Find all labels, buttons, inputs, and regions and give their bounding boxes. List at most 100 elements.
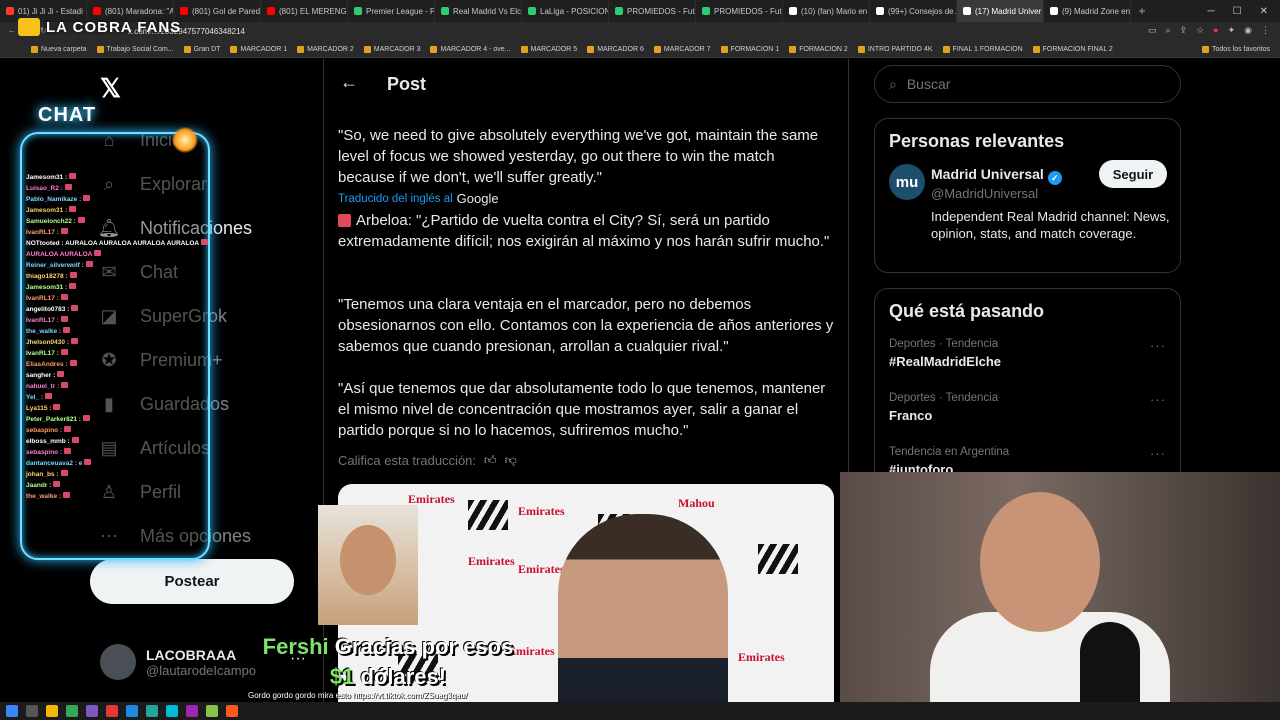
- chat-message: Jhelson0430 :: [26, 337, 206, 348]
- bookmark-label: MARCADOR 5: [530, 46, 578, 53]
- zoom-icon[interactable]: ⌕: [1165, 25, 1170, 36]
- browser-tab[interactable]: (801) EL MERENGUE×: [261, 0, 348, 22]
- trend-item[interactable]: Deportes · Tendencia #RealMadridElche ···: [889, 334, 1166, 388]
- all-bookmarks[interactable]: Todos los favoritos: [1197, 46, 1280, 53]
- bookmark-item[interactable]: Nueva carpeta: [26, 46, 92, 53]
- avatar: [100, 644, 136, 680]
- bookmark-item[interactable]: Trabajo Social Com...: [92, 46, 179, 53]
- more-icon[interactable]: ···: [1150, 446, 1166, 461]
- browser-tab[interactable]: (17) Madrid Univer×: [957, 0, 1044, 22]
- browser-tab[interactable]: (801) Gol de Pared×: [174, 0, 261, 22]
- post-button[interactable]: Postear: [90, 559, 294, 604]
- app-icon[interactable]: [126, 705, 138, 717]
- chat-message-text: AURALOA AURALOA: [26, 251, 93, 258]
- emote-icon: [83, 195, 91, 201]
- puzzle-icon[interactable]: ✦: [1228, 25, 1236, 36]
- app-icon[interactable]: [146, 705, 158, 717]
- browser-tab[interactable]: Real Madrid Vs Elch×: [435, 0, 522, 22]
- trending-title: Qué está pasando: [889, 301, 1045, 321]
- browser-tab[interactable]: PROMIEDOS - Futb×: [696, 0, 783, 22]
- bookmark-item[interactable]: MARCADOR 4 - ove...: [425, 46, 515, 53]
- post-paragraph-1-text: Arbeloa: "¿Partido de vuelta contra el C…: [338, 212, 830, 250]
- chat-message-text: EliasAndres :: [26, 361, 68, 368]
- browser-tab[interactable]: (99+) Consejos de A×: [870, 0, 957, 22]
- app-icon[interactable]: [106, 705, 118, 717]
- chat-message: Peter_Parker821 :: [26, 414, 206, 425]
- chat-message: nahuel_tr :: [26, 381, 206, 392]
- share-icon[interactable]: ⇪: [1180, 25, 1188, 36]
- profile-icon[interactable]: ◉: [1244, 25, 1252, 36]
- chat-message: Yel_ :: [26, 392, 206, 403]
- rate-label: Califica esta traducción:: [338, 453, 477, 468]
- follow-button[interactable]: Seguir: [1099, 160, 1167, 188]
- extension-icon[interactable]: ●: [1213, 25, 1218, 36]
- browser-tab[interactable]: (9) Madrid Zone en×: [1044, 0, 1131, 22]
- thumbs-up-icon[interactable]: 👍︎: [484, 453, 497, 468]
- emote-icon: [57, 371, 65, 377]
- bookmark-item[interactable]: MARCADOR 5: [516, 46, 583, 53]
- tab-favicon-icon: [702, 7, 710, 15]
- translation-label[interactable]: Traducido del inglés al Google: [338, 191, 499, 206]
- bookmark-label: MARCADOR 3: [373, 46, 421, 53]
- tab-strip: 01) Ji Ji Ji - Estadi×(801) Maradona: "A…: [0, 0, 1280, 22]
- search-box[interactable]: ⌕ Buscar: [874, 65, 1181, 103]
- address-bar: ← → ↻ x.com/.../2032947577046348214 ▭ ⌕ …: [0, 22, 1280, 42]
- relevant-person[interactable]: mu Madrid Universal ✓ @MadridUniversal Se…: [889, 160, 1180, 274]
- chrome-icon[interactable]: [66, 705, 78, 717]
- chat-message: Lya115 :: [26, 403, 206, 414]
- app-icon[interactable]: [86, 705, 98, 717]
- bookmark-item[interactable]: Gran DT: [179, 46, 226, 53]
- alert-line-2: dólares!: [360, 664, 447, 689]
- star-icon[interactable]: ☆: [1196, 25, 1204, 36]
- more-icon[interactable]: ···: [1150, 338, 1166, 353]
- donation-amount: $1: [329, 664, 355, 689]
- bookmark-item[interactable]: FORMACION FINAL 2: [1028, 46, 1118, 53]
- browser-tab[interactable]: LaLiga - POSICION×: [522, 0, 609, 22]
- back-nav-icon[interactable]: ←: [8, 26, 16, 35]
- browser-tab[interactable]: (10) (fan) Mario en×: [783, 0, 870, 22]
- app-icon[interactable]: [166, 705, 178, 717]
- bookmark-item[interactable]: FORMACION 1: [716, 46, 785, 53]
- more-icon[interactable]: ···: [1150, 392, 1166, 407]
- account-switcher[interactable]: LACOBRAAA @lautarodeIcampo ···: [100, 644, 306, 680]
- browser-tab[interactable]: Premier League - P×: [348, 0, 435, 22]
- install-icon[interactable]: ▭: [1148, 25, 1157, 36]
- bookmark-item[interactable]: MARCADOR 7: [649, 46, 716, 53]
- maximize-icon[interactable]: ☐: [1233, 6, 1242, 17]
- minimize-icon[interactable]: ─: [1208, 6, 1215, 17]
- start-icon[interactable]: [6, 705, 18, 717]
- bookmark-item[interactable]: MARCADOR 6: [582, 46, 649, 53]
- bookmark-item[interactable]: FORMACION 2: [784, 46, 853, 53]
- emote-icon: [69, 283, 77, 289]
- app-icon[interactable]: [186, 705, 198, 717]
- bookmark-label: FINAL 1 FORMACION: [952, 46, 1023, 53]
- chat-message: thiago18278 :: [26, 271, 206, 282]
- chat-message: elboss_mmb :: [26, 436, 206, 447]
- chat-message-text: Samuelonch22 :: [26, 218, 76, 225]
- search-input[interactable]: Buscar: [907, 76, 951, 92]
- back-arrow-icon[interactable]: ←: [339, 72, 359, 92]
- trend-item[interactable]: Deportes · Tendencia Franco ···: [889, 388, 1166, 442]
- folder-icon[interactable]: [46, 705, 58, 717]
- app-icon[interactable]: [206, 705, 218, 717]
- bookmark-item[interactable]: FINAL 1 FORMACION: [938, 46, 1028, 53]
- tab-title: (10) (fan) Mario en: [801, 6, 868, 16]
- search-taskbar-icon[interactable]: [26, 705, 38, 717]
- adidas-stripes-icon: [468, 500, 508, 530]
- bookmark-item[interactable]: MARCADOR 3: [359, 46, 426, 53]
- thumbs-down-icon[interactable]: 👎︎: [505, 453, 517, 468]
- stream-logo: LA COBRA FANS: [18, 18, 181, 36]
- browser-tab[interactable]: PROMIEDOS - Futb×: [609, 0, 696, 22]
- bookmark-item[interactable]: MARCADOR 1: [225, 46, 292, 53]
- close-window-icon[interactable]: ✕: [1260, 6, 1268, 17]
- bookmark-item[interactable]: MARCADOR 2: [292, 46, 359, 53]
- relevant-people-title: Personas relevantes: [889, 131, 1065, 151]
- tab-favicon-icon: [6, 7, 14, 15]
- x-logo-icon[interactable]: 𝕏: [100, 73, 121, 104]
- bookmark-folder-icon: [653, 46, 661, 53]
- menu-icon[interactable]: ⋮: [1261, 25, 1270, 36]
- tab-favicon-icon: [963, 7, 971, 15]
- bookmark-item[interactable]: INTRO PARTIDO 4K: [853, 46, 938, 53]
- app-icon[interactable]: [226, 705, 238, 717]
- new-tab-button[interactable]: +: [1131, 4, 1153, 18]
